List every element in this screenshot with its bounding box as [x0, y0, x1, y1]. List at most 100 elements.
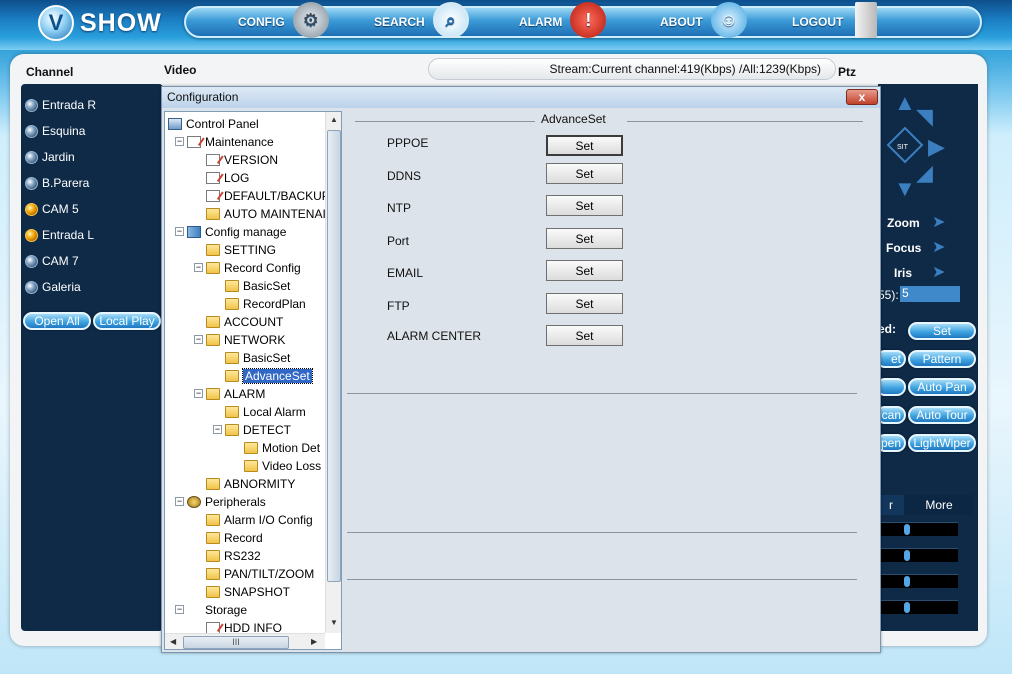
ptz-preset-button[interactable]: et	[878, 350, 906, 368]
tree-item[interactable]: Alarm I/O Config	[206, 511, 313, 529]
tree-expander-icon[interactable]: −	[175, 497, 184, 506]
auto-tour-button[interactable]: Auto Tour	[908, 406, 976, 424]
tree-item[interactable]: Local Alarm	[225, 403, 306, 421]
port-set-button[interactable]: Set	[546, 228, 623, 249]
light-open-button[interactable]: pen	[878, 434, 906, 452]
tree-expander-icon[interactable]: −	[175, 605, 184, 614]
tree-item[interactable]: Control Panel	[168, 115, 259, 133]
configuration-dialog: Configuration x Control Panel − Maintenanc…	[161, 86, 881, 653]
channel-label: CAM 7	[42, 254, 79, 268]
ptz-scan-button[interactable]	[878, 378, 906, 396]
tree-item[interactable]: ACCOUNT	[206, 313, 283, 331]
tree-item[interactable]: RS232	[206, 547, 261, 565]
tree-item[interactable]: ABNORMITY	[206, 475, 295, 493]
tree-item[interactable]: NETWORK	[206, 331, 285, 349]
channel-item[interactable]: CAM 7	[25, 251, 79, 271]
nav-about[interactable]: ABOUT ☺	[660, 2, 747, 38]
color-slider[interactable]	[880, 522, 958, 536]
tree-item[interactable]: Storage	[187, 601, 247, 619]
tree-expander-icon[interactable]: −	[175, 227, 184, 236]
tree-item[interactable]: ALARM	[206, 385, 265, 403]
tree-item[interactable]: Motion Det	[244, 439, 320, 457]
nav-config[interactable]: CONFIG ⚙	[238, 2, 329, 38]
ftp-set-button[interactable]: Set	[546, 293, 623, 314]
tree-item[interactable]: BasicSet	[225, 349, 290, 367]
ptz-down-arrow-icon[interactable]: ▼	[894, 178, 916, 200]
channel-item[interactable]: Entrada L	[25, 225, 94, 245]
scroll-up-icon[interactable]: ▲	[330, 115, 338, 124]
scroll-right-icon[interactable]: ▶	[311, 637, 317, 646]
scroll-thumb-horizontal[interactable]: III	[183, 636, 289, 649]
close-button[interactable]: x	[846, 89, 878, 105]
tree-item[interactable]: DEFAULT/BACKUP	[206, 187, 330, 205]
focus-arrow-icon[interactable]: ➤	[932, 237, 945, 259]
ptz-set-button[interactable]: Set	[908, 322, 976, 340]
tree-horizontal-scrollbar[interactable]: ◀ III ▶	[165, 633, 325, 649]
tree-expander-icon[interactable]: −	[194, 263, 203, 272]
channel-item[interactable]: Esquina	[25, 121, 85, 141]
tree-item[interactable]: RecordPlan	[225, 295, 306, 313]
ptz-down-right-arrow-icon[interactable]: ◢	[916, 162, 933, 184]
channel-item[interactable]: Galeria	[25, 277, 81, 297]
pattern-button[interactable]: Pattern	[908, 350, 976, 368]
local-play-button[interactable]: Local Play	[93, 312, 161, 330]
tree-item[interactable]: SETTING	[206, 241, 276, 259]
tree-expander-icon[interactable]: −	[213, 425, 222, 434]
color-slider[interactable]	[880, 574, 958, 588]
scroll-down-icon[interactable]: ▼	[330, 618, 338, 627]
tree-item-label: ACCOUNT	[224, 315, 284, 329]
alarm-center-set-button[interactable]: Set	[546, 325, 623, 346]
scroll-left-icon[interactable]: ◀	[170, 637, 176, 646]
tree-item[interactable]: AdvanceSet	[225, 367, 313, 385]
tree-item[interactable]: AUTO MAINTENAI	[206, 205, 326, 223]
tree-item[interactable]: Record Config	[206, 259, 301, 277]
tree-item[interactable]: SNAPSHOT	[206, 583, 290, 601]
tree-expander-icon[interactable]: −	[194, 389, 203, 398]
tree-item[interactable]: BasicSet	[225, 277, 290, 295]
nav-logout[interactable]: LOGOUT	[792, 2, 878, 38]
tree-item[interactable]: VERSION	[206, 151, 278, 169]
tree-item[interactable]: Video Loss	[244, 457, 321, 475]
channel-item[interactable]: Entrada R	[25, 95, 96, 115]
auto-pan-button[interactable]: Auto Pan	[908, 378, 976, 396]
ptz-right-arrow-icon[interactable]: ▶	[928, 136, 945, 158]
tab-more[interactable]: More	[904, 495, 974, 515]
email-set-button[interactable]: Set	[546, 260, 623, 281]
dialog-title-bar[interactable]: Configuration	[162, 87, 880, 108]
tree-expander-icon[interactable]: −	[175, 137, 184, 146]
channel-item[interactable]: Jardin	[25, 147, 75, 167]
open-all-button[interactable]: Open All	[23, 312, 91, 330]
ddns-set-button[interactable]: Set	[546, 163, 623, 184]
tree-item[interactable]: Config manage	[187, 223, 286, 241]
tab-color[interactable]: r	[878, 495, 904, 515]
pppoe-set-button[interactable]: Set	[546, 135, 623, 156]
ptz-up-arrow-icon[interactable]: ▲	[894, 92, 916, 114]
folder-icon	[206, 388, 220, 400]
tree-item[interactable]: PAN/TILT/ZOOM	[206, 565, 314, 583]
tree-item[interactable]: DETECT	[225, 421, 291, 439]
ntp-set-button[interactable]: Set	[546, 195, 623, 216]
slider-knob[interactable]	[904, 602, 910, 613]
color-slider[interactable]	[880, 548, 958, 562]
slider-knob[interactable]	[904, 550, 910, 561]
tree-item[interactable]: Peripherals	[187, 493, 266, 511]
slider-knob[interactable]	[904, 524, 910, 535]
light-wiper-button[interactable]: LightWiper	[908, 434, 976, 452]
nav-alarm[interactable]: ALARM !	[519, 2, 607, 38]
ptz-up-right-arrow-icon[interactable]: ◥	[916, 106, 933, 128]
tree-item[interactable]: LOG	[206, 169, 249, 187]
channel-item[interactable]: B.Parera	[25, 173, 89, 193]
channel-item[interactable]: CAM 5	[25, 199, 79, 219]
step-value-input[interactable]: 5	[900, 286, 960, 302]
tree-item[interactable]: Maintenance	[187, 133, 274, 151]
auto-scan-button[interactable]: can	[878, 406, 906, 424]
slider-knob[interactable]	[904, 576, 910, 587]
iris-arrow-icon[interactable]: ➤	[932, 262, 945, 284]
tree-expander-icon[interactable]: −	[194, 335, 203, 344]
color-slider[interactable]	[880, 600, 958, 614]
tree-item[interactable]: Record	[206, 529, 263, 547]
scroll-thumb[interactable]	[327, 130, 341, 582]
zoom-in-arrow-icon[interactable]: ➤	[932, 212, 945, 234]
tree-vertical-scrollbar[interactable]: ▲ ▼	[325, 112, 341, 633]
nav-search[interactable]: SEARCH ⌕	[374, 2, 469, 38]
